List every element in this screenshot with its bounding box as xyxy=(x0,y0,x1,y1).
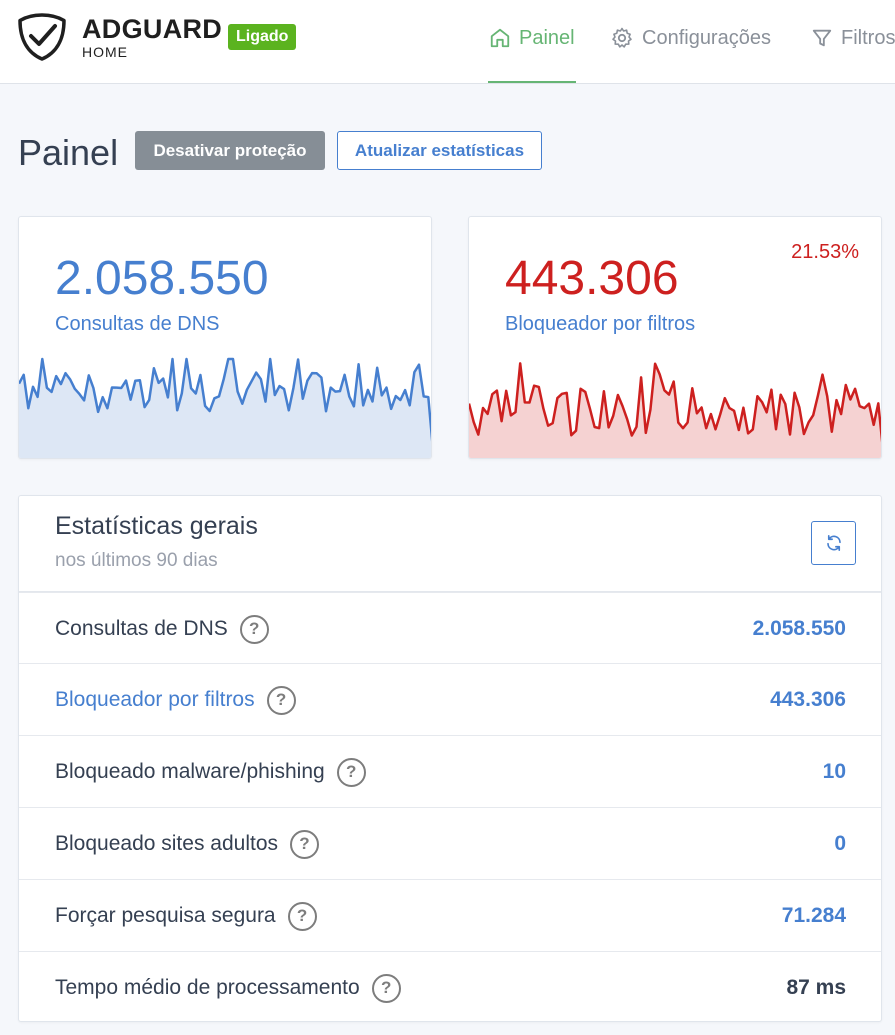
brand-subtitle: HOME xyxy=(82,44,128,60)
table-row: Bloqueador por filtros? 443.306 xyxy=(19,663,881,736)
brand-name: ADGUARD xyxy=(82,14,223,44)
nav-painel-label: Painel xyxy=(519,26,575,49)
table-row: Bloqueado sites adultos? 0 xyxy=(19,807,881,880)
table-row: Tempo médio de processamento? 87 ms xyxy=(19,951,881,1021)
dns-queries-label: Consultas de DNS xyxy=(55,313,220,335)
nav-filtros-label: Filtros xyxy=(841,26,895,49)
blocked-percentage: 21.53% xyxy=(791,241,859,263)
row-label-adult-sites: Bloqueado sites adultos? xyxy=(55,808,319,880)
help-icon[interactable]: ? xyxy=(287,901,317,931)
page-title: Painel xyxy=(18,132,119,173)
row-value-avg-processing-time: 87 ms xyxy=(786,976,846,999)
row-label-blocked-filters[interactable]: Bloqueador por filtros? xyxy=(55,664,296,736)
general-statistics-title: Estatísticas gerais xyxy=(55,512,258,540)
disable-protection-button[interactable]: Desativar proteção xyxy=(135,131,325,170)
gear-icon xyxy=(612,27,632,48)
dns-queries-sparkline xyxy=(19,357,431,458)
nav-filtros[interactable]: Filtros xyxy=(811,25,895,51)
nav-active-underline xyxy=(488,81,576,83)
help-icon[interactable]: ? xyxy=(371,973,401,1003)
general-statistics-card: Estatísticas gerais nos últimos 90 dias … xyxy=(18,495,882,1022)
dns-queries-value: 2.058.550 xyxy=(55,252,269,305)
home-icon xyxy=(490,28,510,48)
nav-painel[interactable]: Painel xyxy=(489,25,575,51)
protection-status-badge: Ligado xyxy=(228,24,297,50)
general-statistics-subtitle: nos últimos 90 dias xyxy=(55,550,218,571)
help-icon[interactable]: ? xyxy=(290,829,319,859)
help-icon[interactable]: ? xyxy=(336,757,366,787)
filter-icon xyxy=(812,29,832,47)
nav-configuracoes-label: Configurações xyxy=(642,26,771,49)
row-value-malware-phishing: 10 xyxy=(822,760,846,783)
row-label-safe-search: Forçar pesquisa segura? xyxy=(55,880,317,952)
top-header: ADGUARD HOME Ligado Painel Configurações… xyxy=(0,0,895,84)
help-icon[interactable]: ? xyxy=(239,614,269,644)
row-value-safe-search: 71.284 xyxy=(781,904,846,927)
row-value-blocked-filters: 443.306 xyxy=(770,688,846,711)
refresh-statistics-button[interactable]: Atualizar estatísticas xyxy=(337,131,542,170)
help-icon[interactable]: ? xyxy=(266,685,296,715)
row-label-avg-processing-time: Tempo médio de processamento? xyxy=(55,952,401,1021)
row-value-dns-queries: 2.058.550 xyxy=(752,617,846,640)
adguard-shield-logo[interactable] xyxy=(17,12,67,62)
blocked-filters-value: 443.306 xyxy=(505,252,679,305)
table-row: Bloqueado malware/phishing? 10 xyxy=(19,735,881,808)
row-label-dns-queries: Consultas de DNS? xyxy=(55,593,269,665)
blocked-filters-label: Bloqueador por filtros xyxy=(505,313,696,335)
blocked-filters-card: 443.306 Bloqueador por filtros 21.53% xyxy=(468,216,882,459)
row-label-malware-phishing: Bloqueado malware/phishing? xyxy=(55,736,366,808)
row-value-adult-sites: 0 xyxy=(834,832,846,855)
table-row: Forçar pesquisa segura? 71.284 xyxy=(19,879,881,952)
dns-queries-card: 2.058.550 Consultas de DNS xyxy=(18,216,432,459)
refresh-icon xyxy=(826,535,841,551)
nav-configuracoes[interactable]: Configurações xyxy=(610,25,771,51)
table-row: Consultas de DNS? 2.058.550 xyxy=(19,592,881,665)
refresh-button[interactable] xyxy=(811,521,856,565)
blocked-filters-sparkline xyxy=(469,362,881,458)
